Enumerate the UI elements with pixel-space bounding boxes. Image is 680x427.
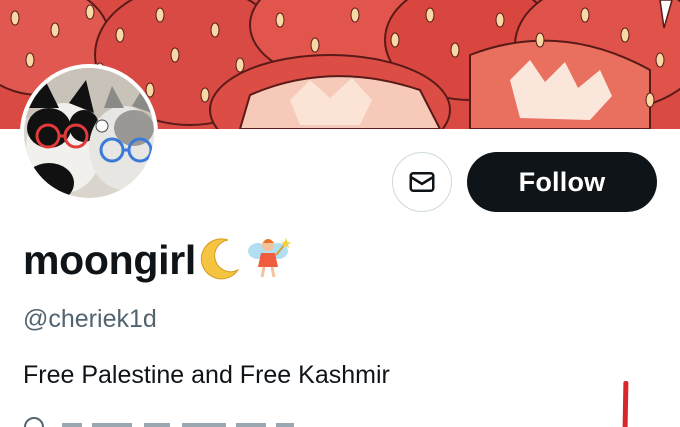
display-name-row: moongirl: [23, 232, 292, 288]
envelope-icon: [409, 172, 435, 192]
profile-meta-row-cropped: [22, 415, 322, 427]
fairy-icon: [246, 235, 292, 286]
red-annotation-mark: [622, 380, 629, 427]
avatar[interactable]: [20, 64, 158, 202]
avatar-cats-image: [24, 68, 154, 198]
crescent-moon-icon: [198, 236, 242, 285]
profile-bio: Free Palestine and Free Kashmir: [23, 361, 390, 389]
follow-button-label: Follow: [518, 166, 606, 197]
display-name: moongirl: [23, 236, 196, 283]
follow-button[interactable]: Follow: [467, 152, 657, 212]
profile-handle: @cheriek1d: [23, 305, 157, 333]
message-button[interactable]: [392, 152, 452, 212]
profile-page: Follow moongirl @cheriek1d Free Palestin…: [0, 0, 680, 427]
